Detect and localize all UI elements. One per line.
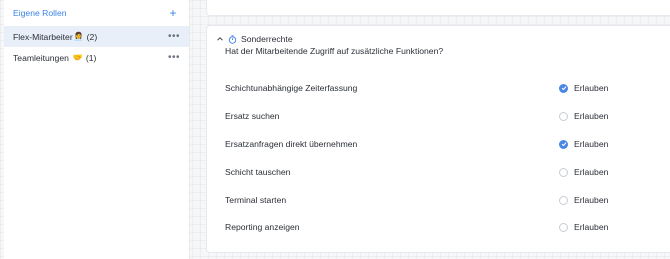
section-subtitle: Hat der Mitarbeitende Zugriff auf zusätz… — [225, 46, 444, 56]
allow-checkbox[interactable]: Erlauben — [559, 111, 608, 121]
allow-label: Erlauben — [574, 83, 609, 93]
allow-label: Erlauben — [574, 222, 609, 232]
role-name: Flex-Mitarbeiter — [13, 31, 73, 42]
section-title: Sonderrechte — [241, 34, 293, 44]
role-name: Teamleitungen — [13, 52, 69, 63]
permission-row: Ersatz suchen Erlauben — [225, 109, 670, 123]
allow-label: Erlauben — [574, 111, 609, 121]
permission-row: Terminal starten Erlauben — [225, 193, 670, 207]
unchecked-circle-icon[interactable] — [559, 167, 568, 177]
role-count: (1) — [85, 52, 97, 63]
unchecked-circle-icon[interactable] — [559, 222, 568, 232]
check-icon[interactable] — [559, 139, 568, 149]
roles-sidebar: Eigene Rollen + Flex-Mitarbeiter 👩‍💼 (2)… — [4, 0, 190, 259]
allow-checkbox[interactable]: Erlauben — [559, 83, 608, 93]
permission-row: Schicht tauschen Erlauben — [225, 165, 670, 179]
stopwatch-icon — [228, 34, 237, 44]
more-options-icon[interactable]: ••• — [168, 31, 180, 42]
allow-label: Erlauben — [574, 167, 609, 177]
role-label: Teamleitungen 🤝 (1) — [13, 53, 96, 63]
permission-row: Reporting anzeigen Erlauben — [225, 220, 670, 234]
more-options-icon[interactable]: ••• — [168, 52, 180, 63]
allow-checkbox[interactable]: Erlauben — [559, 139, 608, 149]
sidebar-title: Eigene Rollen — [13, 8, 67, 18]
allow-label: Erlauben — [574, 139, 609, 149]
permission-row: Schichtunabhängige Zeiterfassung Erlaube… — [225, 81, 670, 95]
sidebar-item-teamleitungen[interactable]: Teamleitungen 🤝 (1) ••• — [4, 47, 189, 68]
sidebar-item-flex-mitarbeiter[interactable]: Flex-Mitarbeiter 👩‍💼 (2) ••• — [4, 26, 189, 47]
previous-section-panel — [206, 0, 670, 16]
allow-label: Erlauben — [574, 195, 609, 205]
handshake-icon: 🤝 — [72, 52, 83, 62]
unchecked-circle-icon[interactable] — [559, 195, 568, 205]
sonderrechte-section: Sonderrechte Hat der Mitarbeitende Zugri… — [206, 25, 670, 253]
sidebar-header: Eigene Rollen + — [4, 0, 189, 26]
allow-checkbox[interactable]: Erlauben — [559, 167, 608, 177]
unchecked-circle-icon[interactable] — [559, 111, 568, 121]
allow-checkbox[interactable]: Erlauben — [559, 222, 608, 232]
chevron-up-icon[interactable] — [216, 35, 224, 43]
add-role-icon[interactable]: + — [167, 7, 179, 19]
allow-checkbox[interactable]: Erlauben — [559, 195, 608, 205]
person-icon: 👩‍💼 — [73, 31, 84, 41]
section-header[interactable]: Sonderrechte — [216, 34, 293, 44]
check-icon[interactable] — [559, 83, 568, 93]
permission-row: Ersatzanfragen direkt übernehmen Erlaube… — [225, 137, 670, 151]
role-label: Flex-Mitarbeiter 👩‍💼 (2) — [13, 32, 97, 42]
role-count: (2) — [86, 31, 98, 42]
